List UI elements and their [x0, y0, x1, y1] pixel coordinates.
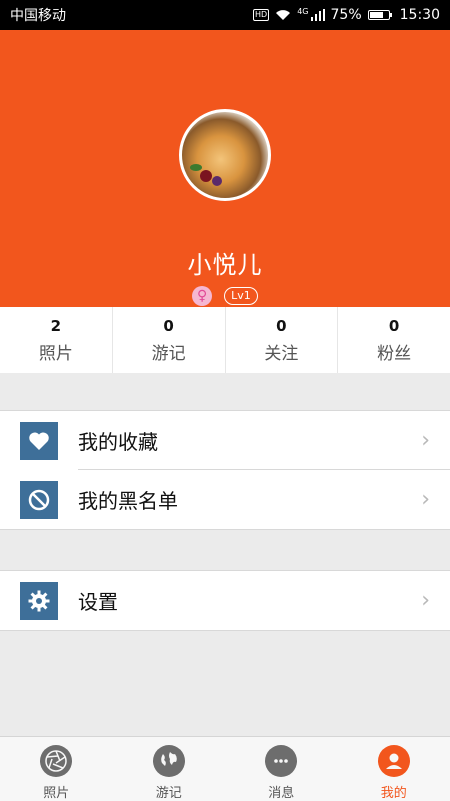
chevron-right-icon: › [421, 487, 430, 512]
profile-header: 小悦儿 ♀ Lv1 [0, 30, 450, 307]
stat-label: 游记 [113, 339, 225, 364]
wifi-icon [275, 9, 291, 21]
hd-badge: HD [253, 9, 269, 21]
tab-photos[interactable]: 照片 [0, 737, 113, 801]
signal-icon [311, 9, 325, 21]
blacklist-row[interactable]: 我的黑名单 › [0, 470, 450, 529]
chevron-right-icon: › [421, 588, 430, 613]
stat-count: 0 [226, 317, 338, 335]
stat-label: 关注 [226, 339, 338, 364]
camera-aperture-icon [40, 745, 72, 777]
user-icon [378, 745, 410, 777]
tab-label: 我的 [381, 782, 407, 801]
profile-badges: ♀ Lv1 [0, 286, 450, 306]
clock: 15:30 [400, 7, 440, 23]
avatar[interactable] [179, 109, 271, 201]
chevron-right-icon: › [421, 428, 430, 453]
network-type: 4G [297, 7, 308, 16]
stat-photos[interactable]: 2 照片 [0, 307, 113, 373]
tab-label: 消息 [268, 782, 294, 801]
bottom-tab-bar: 照片 游记 消息 我的 [0, 736, 450, 801]
stat-label: 照片 [0, 339, 112, 364]
menu-group-personal: 我的收藏 › 我的黑名单 › [0, 410, 450, 530]
tab-me[interactable]: 我的 [338, 737, 450, 801]
stat-count: 0 [113, 317, 225, 335]
stat-count: 0 [338, 317, 450, 335]
settings-row[interactable]: 设置 › [0, 571, 450, 630]
favorites-label: 我的收藏 [78, 426, 421, 455]
blacklist-label: 我的黑名单 [78, 485, 421, 514]
stats-bar: 2 照片 0 游记 0 关注 0 粉丝 [0, 307, 450, 373]
battery-percent: 75% [331, 7, 362, 23]
favorites-row[interactable]: 我的收藏 › [0, 411, 450, 470]
carrier-name: 中国移动 [10, 5, 253, 25]
globe-icon [153, 745, 185, 777]
gear-icon [20, 582, 58, 620]
username: 小悦儿 [0, 245, 450, 280]
status-bar: 中国移动 HD 4G 75% 15:30 [0, 0, 450, 30]
stat-following[interactable]: 0 关注 [226, 307, 339, 373]
level-badge: Lv1 [224, 287, 258, 305]
status-indicators: HD 4G 75% 15:30 [253, 7, 440, 23]
chat-bubble-icon [265, 745, 297, 777]
tab-label: 照片 [43, 782, 69, 801]
stat-travelogues[interactable]: 0 游记 [113, 307, 226, 373]
tab-messages[interactable]: 消息 [225, 737, 338, 801]
block-icon [20, 481, 58, 519]
settings-label: 设置 [78, 586, 421, 615]
battery-icon [368, 10, 390, 20]
stat-followers[interactable]: 0 粉丝 [338, 307, 450, 373]
stat-label: 粉丝 [338, 339, 450, 364]
menu-group-settings: 设置 › [0, 570, 450, 631]
female-icon: ♀ [192, 286, 212, 306]
tab-label: 游记 [156, 782, 182, 801]
stat-count: 2 [0, 317, 112, 335]
tab-travelogues[interactable]: 游记 [113, 737, 226, 801]
heart-icon [20, 422, 58, 460]
